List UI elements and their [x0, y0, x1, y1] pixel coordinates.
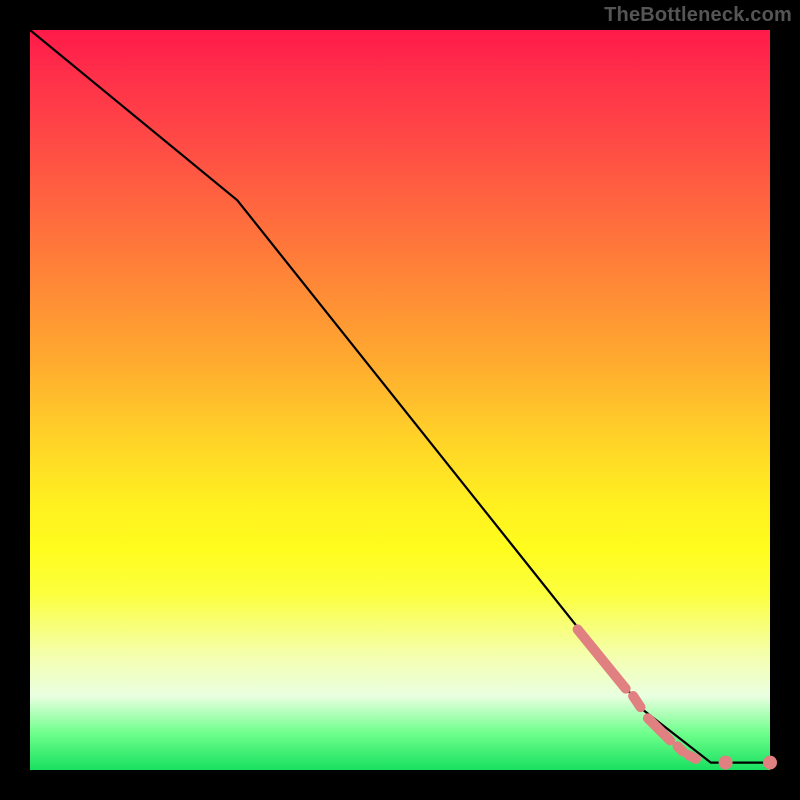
chart-svg	[30, 30, 770, 770]
plot-area	[30, 30, 770, 770]
curve-line	[30, 30, 770, 763]
dash-segment	[633, 696, 640, 707]
attribution-label: TheBottleneck.com	[604, 4, 792, 27]
dash-segment	[578, 629, 626, 688]
dash-overlay	[578, 629, 696, 759]
chart-stage: TheBottleneck.com	[0, 0, 800, 800]
dash-segment	[678, 746, 683, 751]
end-dot	[719, 756, 733, 770]
end-dot	[763, 756, 777, 770]
dash-segment	[689, 755, 696, 759]
